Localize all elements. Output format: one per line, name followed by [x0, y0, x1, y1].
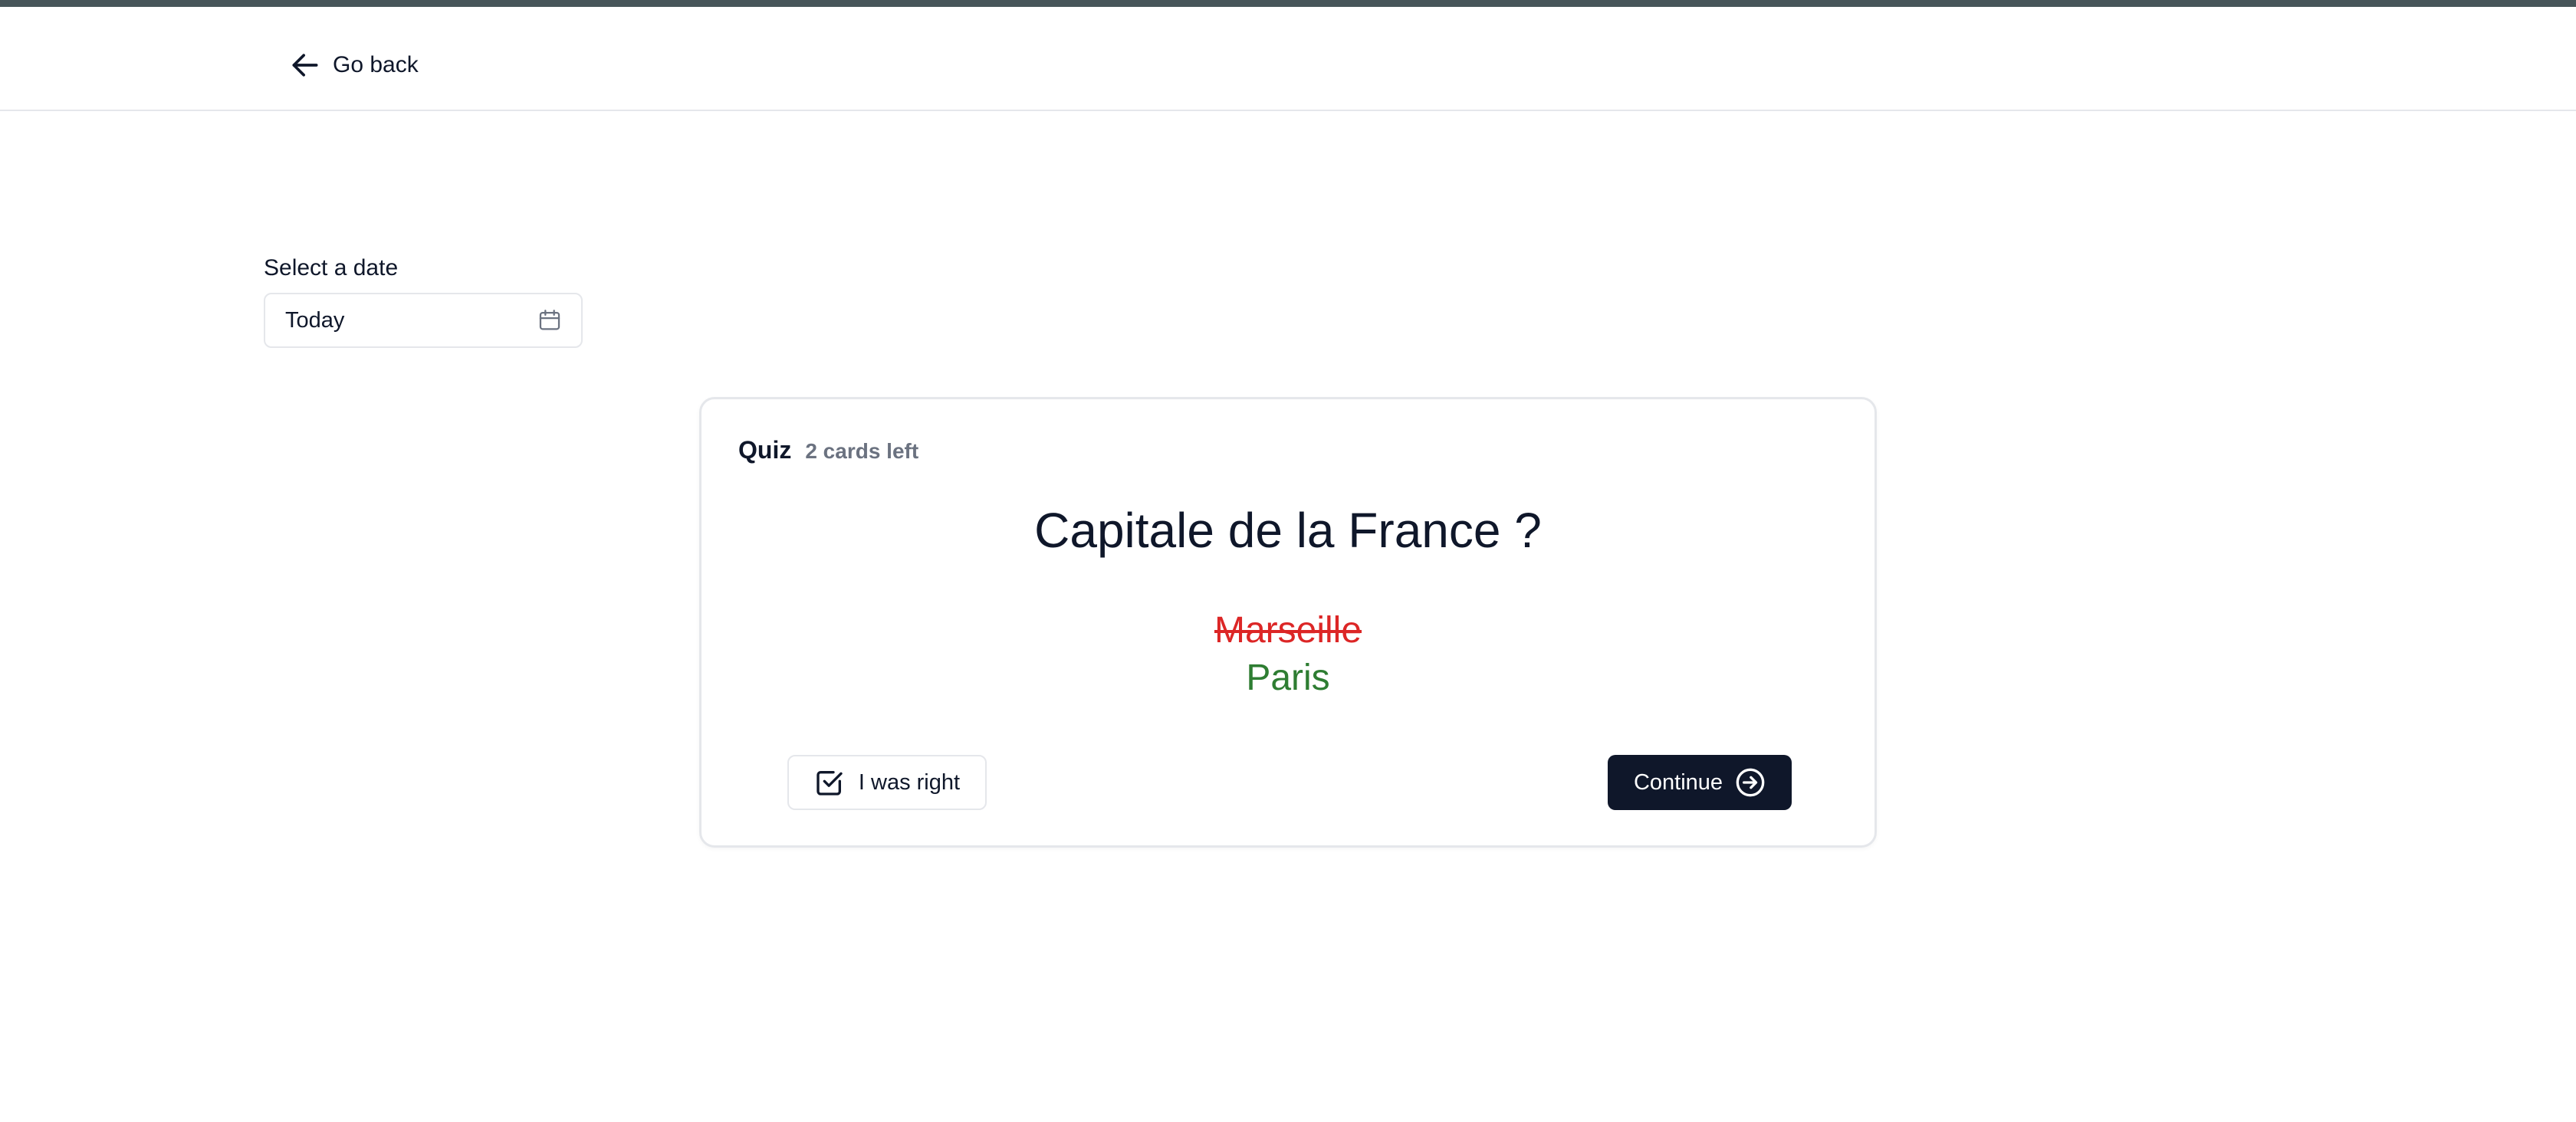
- correct-answer: Paris: [1246, 658, 1330, 698]
- header-bar: Go back: [0, 7, 2576, 111]
- quiz-card-header: Quiz 2 cards left: [738, 436, 918, 464]
- cards-left-count: 2 cards left: [805, 439, 919, 463]
- calendar-icon: [539, 310, 560, 330]
- go-back-link[interactable]: Go back: [288, 42, 419, 88]
- arrow-right-circle-icon: [1736, 768, 1765, 797]
- continue-label: Continue: [1633, 769, 1723, 795]
- date-picker-value: Today: [285, 307, 345, 333]
- go-back-label: Go back: [333, 52, 419, 77]
- i-was-right-label: I was right: [858, 769, 961, 795]
- date-picker-input[interactable]: Today: [264, 293, 583, 348]
- quiz-question: Capitale de la France ?: [1034, 503, 1542, 558]
- date-picker-label: Select a date: [264, 255, 399, 280]
- quiz-title: Quiz: [738, 436, 792, 464]
- i-was-right-button[interactable]: I was right: [787, 755, 987, 810]
- wrong-answer: Marseille: [1214, 610, 1362, 651]
- top-strip: [0, 0, 2576, 7]
- continue-button[interactable]: Continue: [1608, 755, 1792, 810]
- arrow-left-icon: [292, 54, 318, 77]
- checkbox-check-icon: [816, 771, 843, 796]
- quiz-card: Quiz 2 cards left Capitale de la France …: [699, 397, 1877, 848]
